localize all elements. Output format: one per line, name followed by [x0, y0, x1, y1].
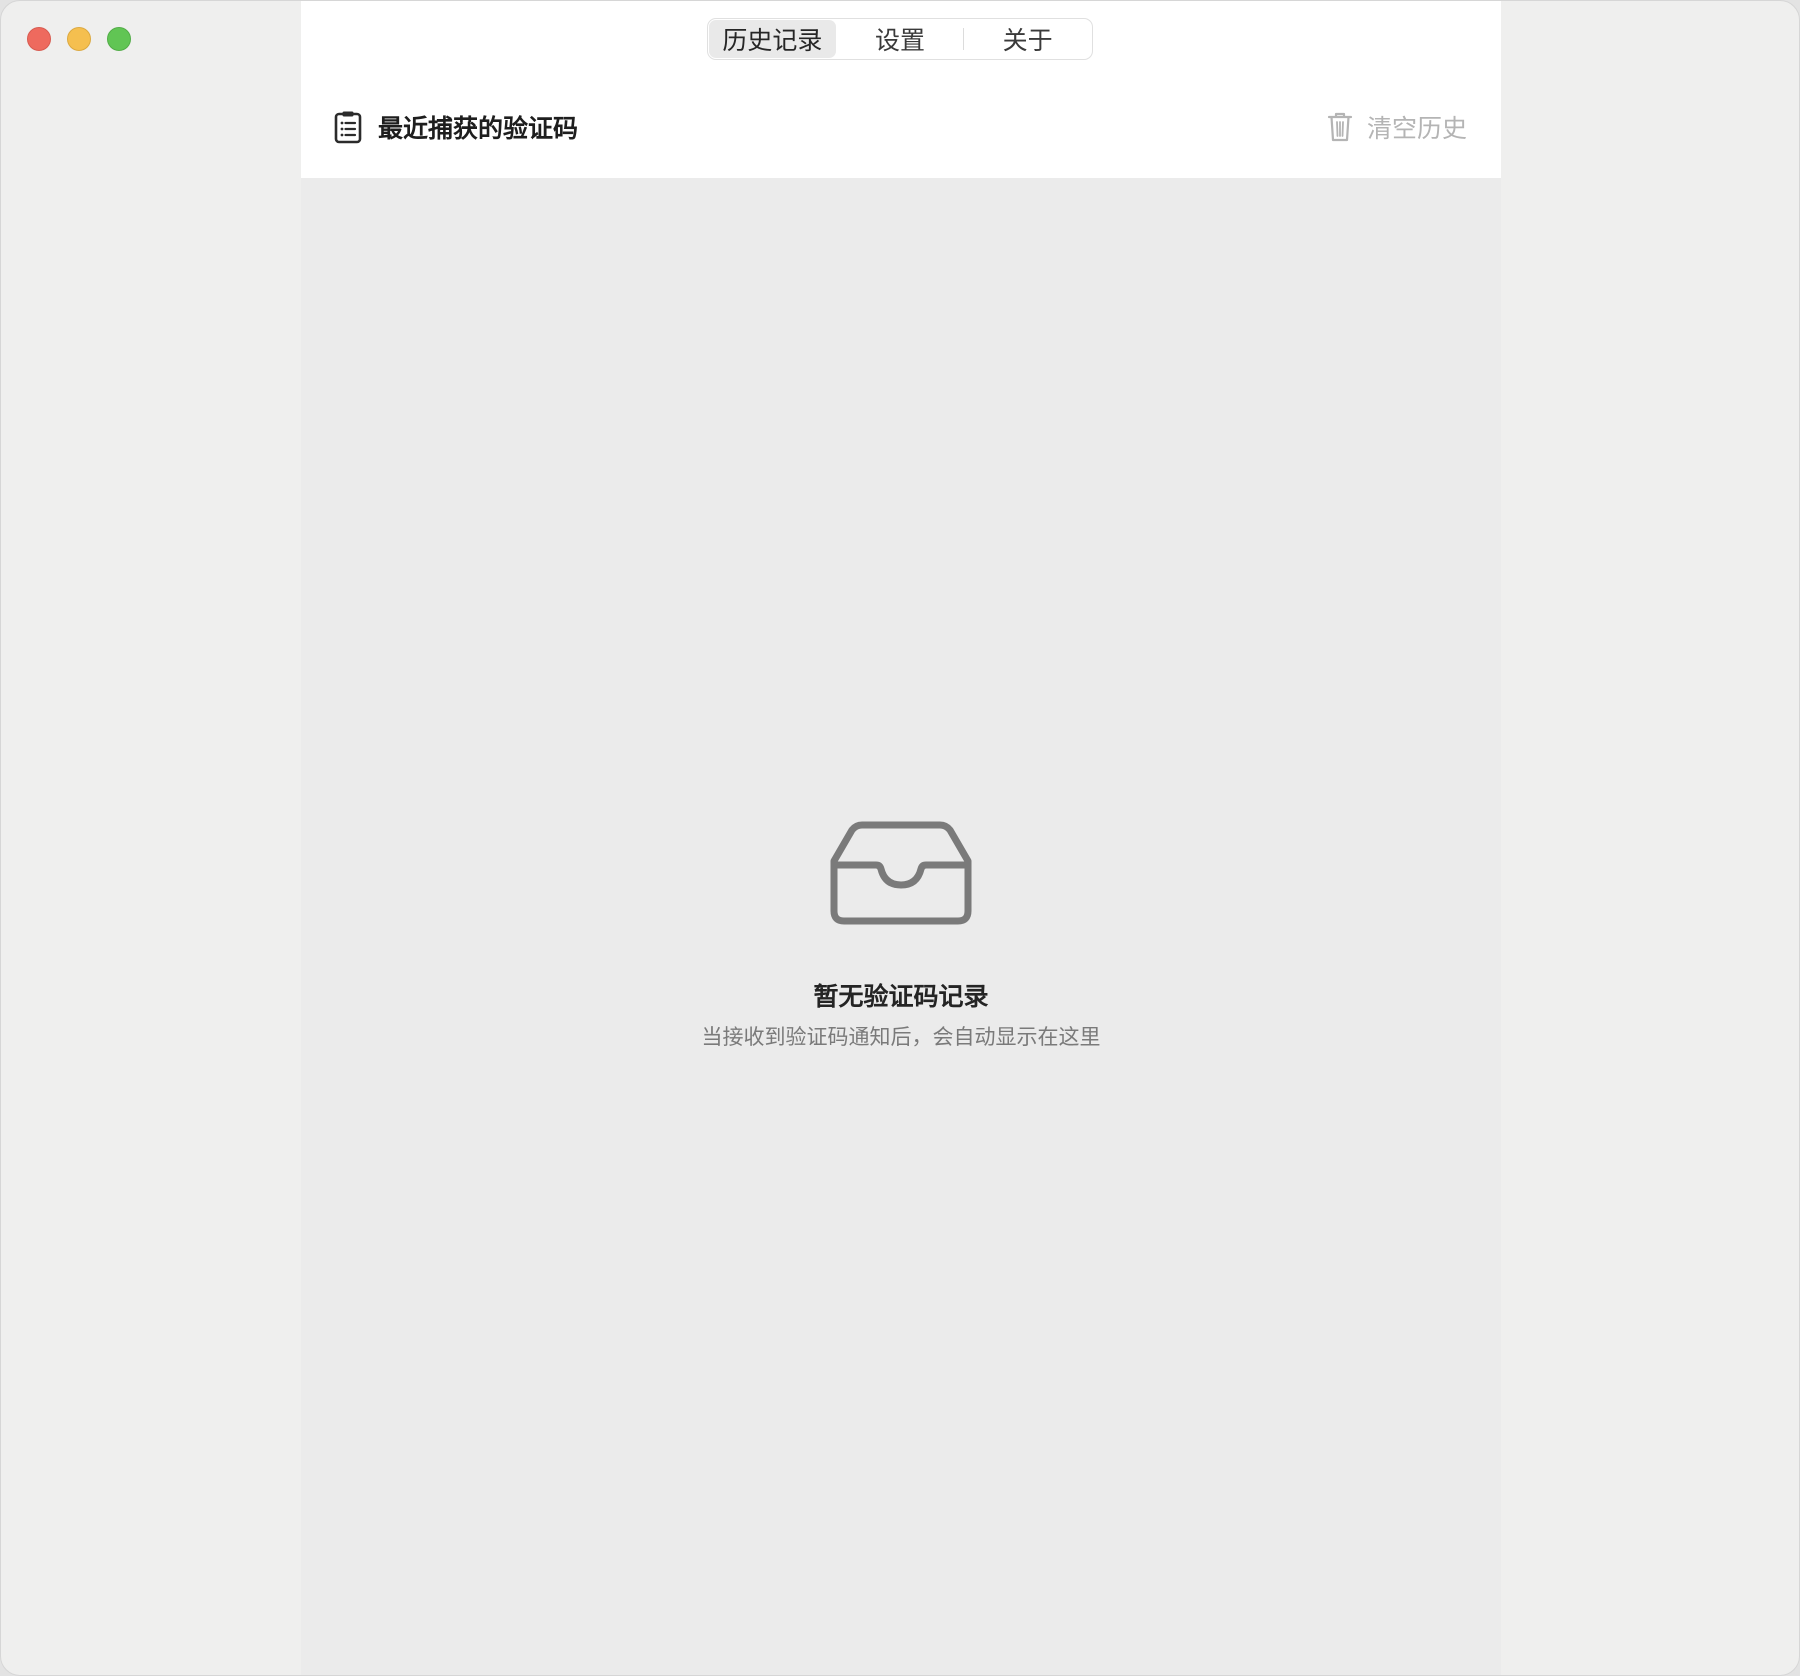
empty-state: 暂无验证码记录 当接收到验证码通知后，会自动显示在这里	[301, 821, 1501, 1051]
trash-icon	[1327, 112, 1353, 142]
section-title: 最近捕获的验证码	[378, 114, 579, 143]
minimize-window-button[interactable]	[67, 27, 91, 51]
app-window: 历史记录 设置 关于 最近捕获的验证码 清空历史 暂无验证码记录 当接收到验证码…	[0, 0, 1800, 1676]
header: 历史记录 设置 关于 最近捕获的验证码 清空历史	[301, 1, 1501, 178]
clear-history-button[interactable]: 清空历史	[1327, 109, 1467, 145]
empty-state-subtitle: 当接收到验证码通知后，会自动显示在这里	[701, 1025, 1101, 1049]
clear-history-label: 清空历史	[1366, 114, 1467, 143]
main-panel: 历史记录 设置 关于 最近捕获的验证码 清空历史 暂无验证码记录 当接收到验证码…	[301, 1, 1501, 1675]
inbox-tray-icon	[830, 821, 972, 925]
empty-state-title: 暂无验证码记录	[813, 982, 989, 1011]
tab-about[interactable]: 关于	[964, 20, 1091, 58]
zoom-window-button[interactable]	[107, 27, 131, 51]
close-window-button[interactable]	[27, 27, 51, 51]
section-header: 最近捕获的验证码	[334, 109, 578, 145]
window-controls	[27, 27, 131, 51]
tab-history[interactable]: 历史记录	[709, 20, 836, 58]
tab-bar: 历史记录 设置 关于	[707, 18, 1093, 60]
clipboard-list-icon	[334, 111, 362, 144]
tab-settings[interactable]: 设置	[837, 20, 964, 58]
